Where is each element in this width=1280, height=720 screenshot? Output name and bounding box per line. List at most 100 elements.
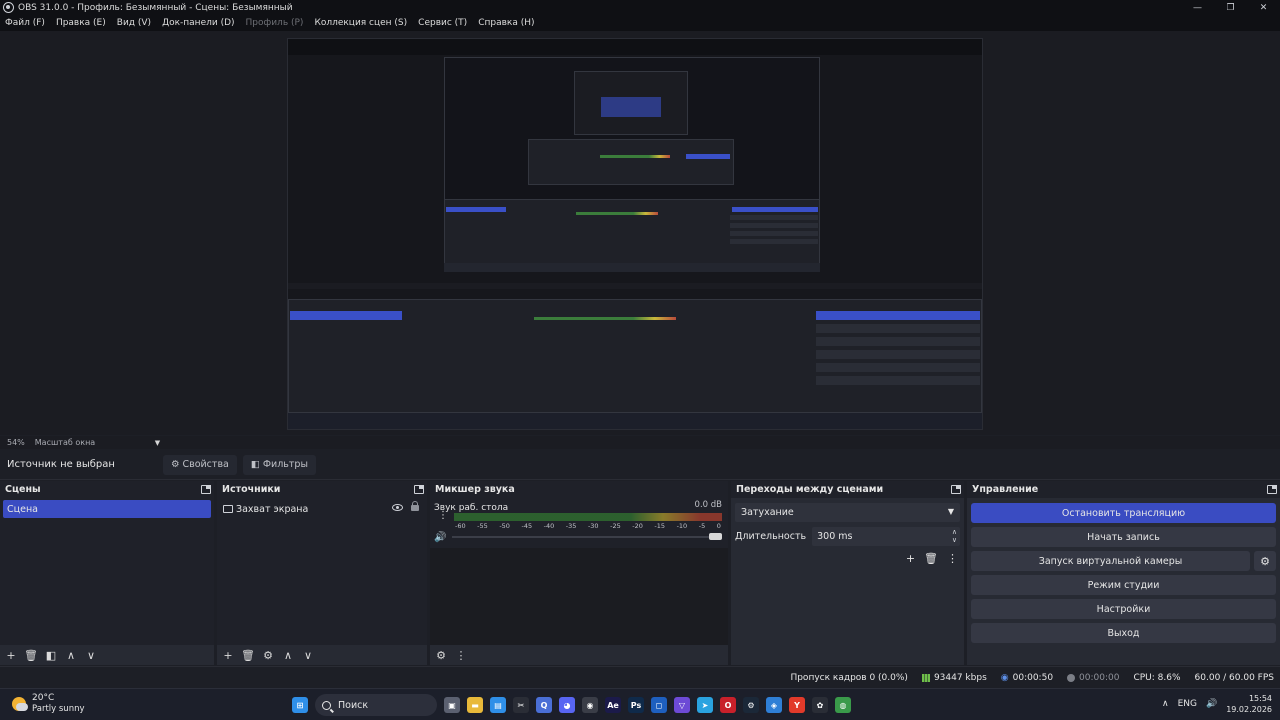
file-explorer-icon[interactable]: ▬ — [467, 697, 483, 713]
task-view-icon[interactable]: ▣ — [444, 697, 460, 713]
app-square-icon[interactable]: ◻ — [651, 697, 667, 713]
properties-button[interactable]: ⚙ Свойства — [162, 454, 237, 475]
arrow-down-icon[interactable]: ∨ — [85, 649, 97, 662]
capcut-icon[interactable]: ✂ — [513, 697, 529, 713]
controls-dock: Управление Остановить трансляцию Начать … — [967, 481, 1280, 665]
speaker-icon[interactable]: 🔊 — [434, 532, 446, 543]
eye-icon[interactable] — [392, 504, 403, 511]
exit-button[interactable]: Выход — [971, 623, 1276, 643]
chevron-up-icon[interactable]: ∧ — [1162, 699, 1169, 709]
gear-icon: ⚙ — [170, 459, 180, 470]
app-q-icon[interactable]: Q — [536, 697, 552, 713]
menu-scene-collection[interactable]: Коллекция сцен (S) — [314, 18, 407, 28]
undock-icon[interactable] — [1267, 485, 1277, 494]
obs-icon[interactable]: ◉ — [582, 697, 598, 713]
after-effects-icon[interactable]: Ae — [605, 697, 621, 713]
virtual-camera-button[interactable]: Запуск виртуальной камеры — [971, 551, 1250, 571]
partly-sunny-icon — [12, 696, 28, 711]
mixer-title: Микшер звука — [435, 484, 515, 495]
language-indicator[interactable]: ENG — [1178, 699, 1197, 709]
status-bar: Пропуск кадров 0 (0.0%) 93447 kbps ◉ 00:… — [0, 666, 1280, 688]
duration-input[interactable]: 300 ms ∧ ∨ — [812, 527, 960, 546]
chrome-icon[interactable]: ◍ — [835, 697, 851, 713]
mixer-channel: Звук раб. стола 0.0 dB ⋮ -60 -55 -50 -45 -40… — [430, 498, 728, 546]
colorful-app-icon[interactable]: ✿ — [812, 697, 828, 713]
arrow-down-icon[interactable]: ∨ — [302, 649, 314, 662]
weather-widget[interactable]: 20°C Partly sunny — [12, 693, 85, 714]
trash-icon[interactable]: 🗑 — [241, 649, 255, 662]
trash-icon[interactable]: 🗑 — [24, 649, 38, 662]
gear-icon: ⚙ — [1260, 554, 1270, 568]
filters-button[interactable]: ◧ Фильтры — [242, 454, 316, 475]
transitions-header: Переходы между сценами — [731, 481, 964, 498]
undock-icon[interactable] — [951, 485, 961, 494]
filter-icon[interactable]: ◧ — [45, 649, 57, 662]
minimize-button[interactable]: — — [1181, 0, 1214, 15]
menu-file[interactable]: Файл (F) — [5, 18, 45, 28]
transition-select[interactable]: Затухание ▼ — [735, 503, 960, 522]
arrow-up-icon[interactable]: ∧ — [65, 649, 77, 662]
proton-vpn-icon[interactable]: ▽ — [674, 697, 690, 713]
windows-start-icon[interactable]: ⊞ — [292, 697, 308, 713]
stream-time-value: 00:00:50 — [1012, 672, 1054, 683]
close-button[interactable]: ✕ — [1247, 0, 1280, 15]
duration-label: Длительность — [735, 531, 807, 542]
clock[interactable]: 15:54 19.02.2026 — [1226, 693, 1272, 715]
transition-selected: Затухание — [741, 507, 794, 518]
scene-item[interactable]: Сцена — [3, 500, 211, 518]
preview-area[interactable] — [0, 31, 1280, 435]
photoshop-icon[interactable]: Ps — [628, 697, 644, 713]
discord-icon[interactable]: ◕ — [559, 697, 575, 713]
volume-thumb[interactable] — [709, 533, 722, 540]
more-icon[interactable]: ⋮ — [455, 649, 467, 662]
zoom-row[interactable]: 54% Масштаб окна ▼ — [0, 436, 1280, 449]
steam-icon[interactable]: ⚙ — [743, 697, 759, 713]
preview-canvas[interactable] — [287, 38, 983, 430]
meter-tick: -5 — [698, 522, 706, 530]
taskbar-search[interactable]: Поиск — [315, 694, 437, 716]
gear-icon[interactable]: ⚙ — [262, 649, 274, 662]
sources-title: Источники — [222, 484, 281, 495]
add-icon[interactable]: + — [906, 552, 915, 565]
transition-tools: + 🗑 ⋮ — [906, 552, 958, 565]
cpu-usage: CPU: 8.6% — [1133, 672, 1181, 683]
more-icon[interactable]: ⋮ — [947, 552, 958, 565]
arrow-up-icon[interactable]: ∧ — [282, 649, 294, 662]
volume-slider[interactable] — [452, 533, 722, 540]
zoom-mode[interactable]: Масштаб окна — [35, 438, 155, 447]
trash-icon[interactable]: 🗑 — [924, 552, 938, 565]
telegram-icon[interactable]: ➤ — [697, 697, 713, 713]
yandex-icon[interactable]: Y — [789, 697, 805, 713]
menu-docks[interactable]: Док-панели (D) — [162, 18, 234, 28]
settings-button[interactable]: Настройки — [971, 599, 1276, 619]
menu-help[interactable]: Справка (H) — [478, 18, 534, 28]
security-icon[interactable]: ◈ — [766, 697, 782, 713]
advanced-audio-icon[interactable]: ⚙ — [435, 649, 447, 662]
weather-condition: Partly sunny — [32, 704, 85, 714]
menu-profile: Профиль (P) — [245, 18, 304, 28]
chevron-down-icon[interactable]: ▼ — [155, 439, 160, 447]
virtual-camera-settings-button[interactable]: ⚙ — [1254, 551, 1276, 571]
spinner-icon[interactable]: ∧ ∨ — [952, 528, 957, 544]
menu-view[interactable]: Вид (V) — [117, 18, 151, 28]
source-item-label: Захват экрана — [236, 503, 309, 515]
add-icon[interactable]: + — [5, 649, 17, 662]
title-bar: OBS 31.0.0 - Профиль: Безымянный - Сцены… — [0, 0, 1280, 15]
more-icon[interactable]: ⋮ — [438, 511, 448, 521]
undock-icon[interactable] — [414, 485, 424, 494]
maximize-button[interactable]: ❐ — [1214, 0, 1247, 15]
store-icon[interactable]: ▤ — [490, 697, 506, 713]
undock-icon[interactable] — [201, 485, 211, 494]
add-icon[interactable]: + — [222, 649, 234, 662]
lock-icon[interactable] — [411, 501, 419, 511]
opera-icon[interactable]: O — [720, 697, 736, 713]
menu-edit[interactable]: Правка (E) — [56, 18, 106, 28]
source-item[interactable]: Захват экрана — [220, 500, 424, 518]
studio-mode-button[interactable]: Режим студии — [971, 575, 1276, 595]
menu-tools[interactable]: Сервис (T) — [418, 18, 467, 28]
speaker-icon[interactable]: 🔊 — [1206, 699, 1217, 709]
meter-tick: -20 — [632, 522, 643, 530]
stop-stream-button[interactable]: Остановить трансляцию — [971, 503, 1276, 523]
start-record-button[interactable]: Начать запись — [971, 527, 1276, 547]
filter-icon: ◧ — [250, 459, 260, 470]
